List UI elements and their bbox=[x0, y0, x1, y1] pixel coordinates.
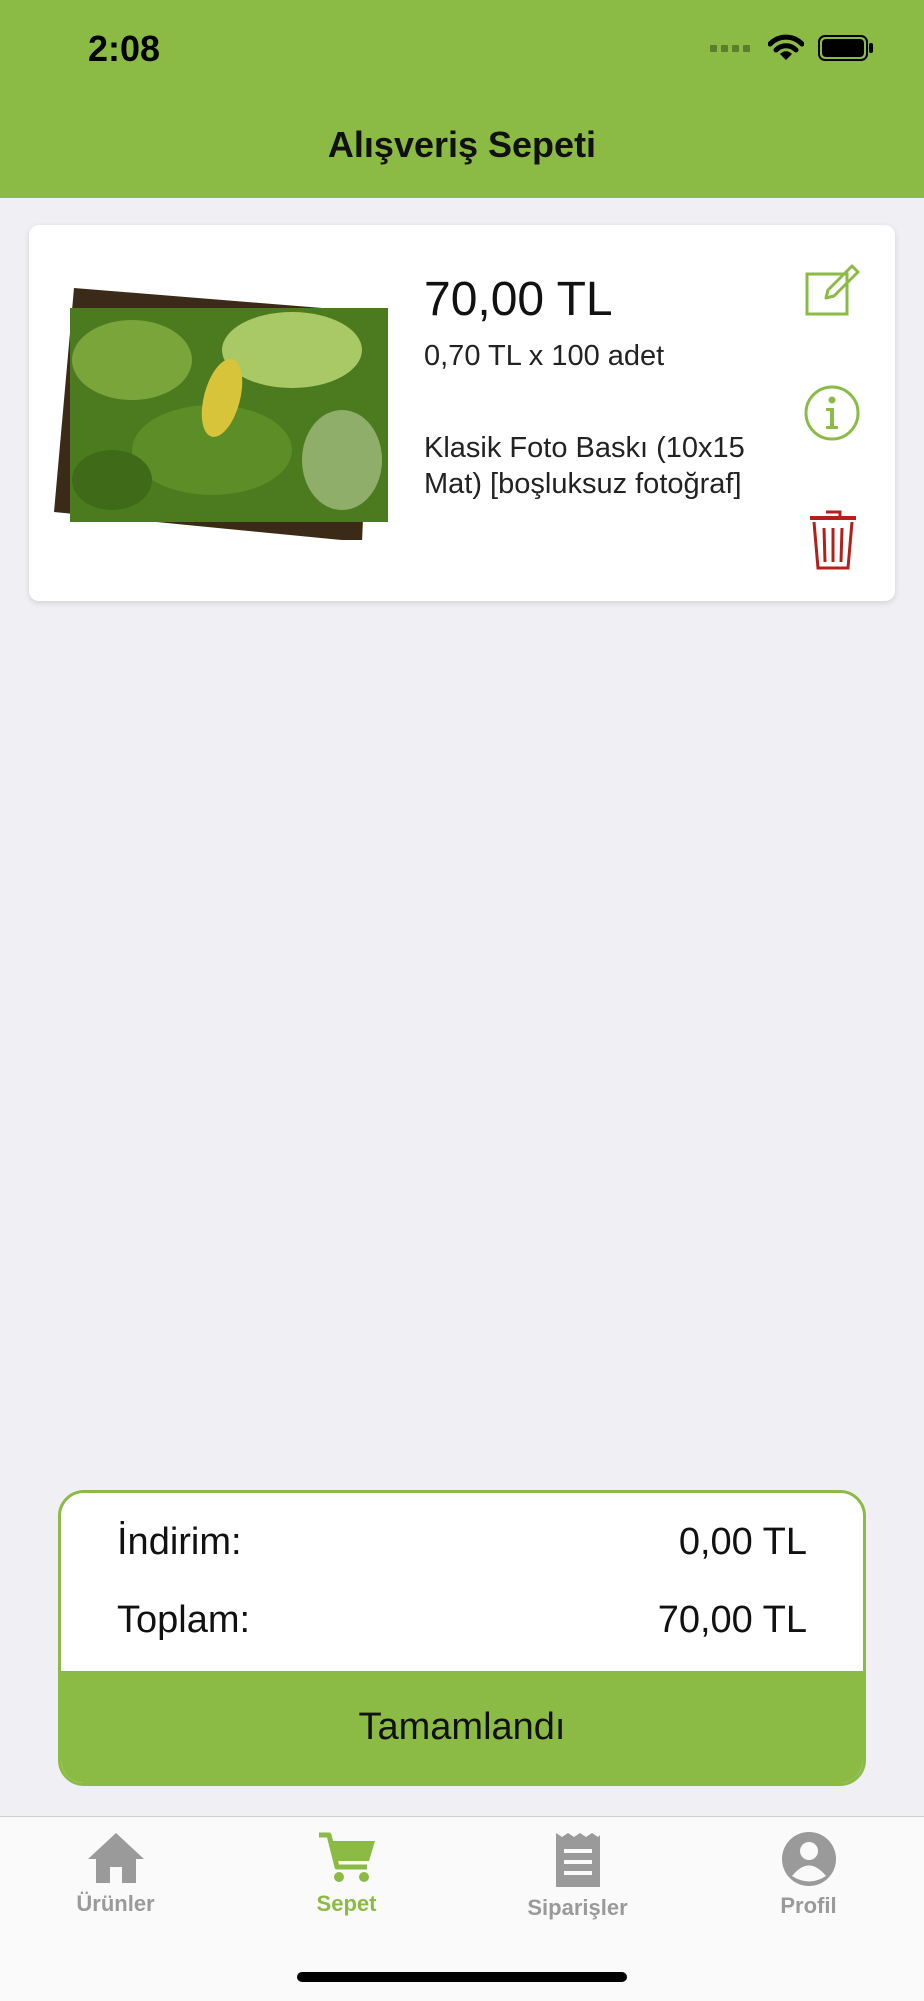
tab-profile-label: Profil bbox=[780, 1893, 837, 1918]
product-photo bbox=[54, 288, 388, 540]
cart-icon bbox=[318, 1832, 375, 1882]
receipt-icon bbox=[555, 1833, 600, 1887]
total-row: Toplam: 70,00 TL bbox=[117, 1599, 807, 1642]
status-icons bbox=[710, 34, 874, 62]
home-icon bbox=[87, 1833, 144, 1883]
home-indicator bbox=[297, 1972, 627, 1982]
item-price: 70,00 TL bbox=[424, 273, 613, 326]
discount-row: İndirim: 0,00 TL bbox=[117, 1521, 807, 1564]
signal-icon bbox=[710, 45, 750, 52]
tab-products[interactable]: Ürünler bbox=[0, 1817, 231, 1927]
wifi-icon bbox=[768, 34, 804, 60]
order-summary: İndirim: 0,00 TL Toplam: 70,00 TL Tamaml… bbox=[58, 1490, 866, 1786]
person-icon bbox=[781, 1832, 836, 1886]
trash-icon[interactable] bbox=[808, 508, 858, 572]
item-unit-price: 0,70 TL x 100 adet bbox=[424, 340, 665, 372]
page-title: Alışveriş Sepeti bbox=[327, 124, 597, 165]
tab-cart-label: Sepet bbox=[316, 1891, 377, 1916]
complete-button[interactable]: Tamamlandı bbox=[61, 1671, 863, 1783]
battery-icon bbox=[818, 35, 873, 61]
total-value: 70,00 TL bbox=[657, 1599, 807, 1641]
edit-icon[interactable] bbox=[804, 262, 862, 318]
nav-header: 2:08 Alışveriş Sepeti bbox=[0, 0, 924, 198]
tab-products-label: Ürünler bbox=[76, 1891, 155, 1916]
tab-cart[interactable]: Sepet bbox=[231, 1817, 462, 1927]
status-time: 2:08 bbox=[88, 28, 161, 69]
tab-profile[interactable]: Profil bbox=[693, 1817, 924, 1927]
total-label: Toplam: bbox=[117, 1599, 251, 1641]
item-description: Klasik Foto Baskı (10x15 Mat) [boşluksuz… bbox=[424, 432, 745, 500]
tab-orders-label: Siparişler bbox=[527, 1895, 628, 1920]
tab-orders[interactable]: Siparişler bbox=[462, 1817, 693, 1927]
discount-label: İndirim: bbox=[117, 1521, 242, 1563]
info-icon[interactable] bbox=[803, 384, 861, 442]
discount-value: 0,00 TL bbox=[678, 1521, 807, 1563]
